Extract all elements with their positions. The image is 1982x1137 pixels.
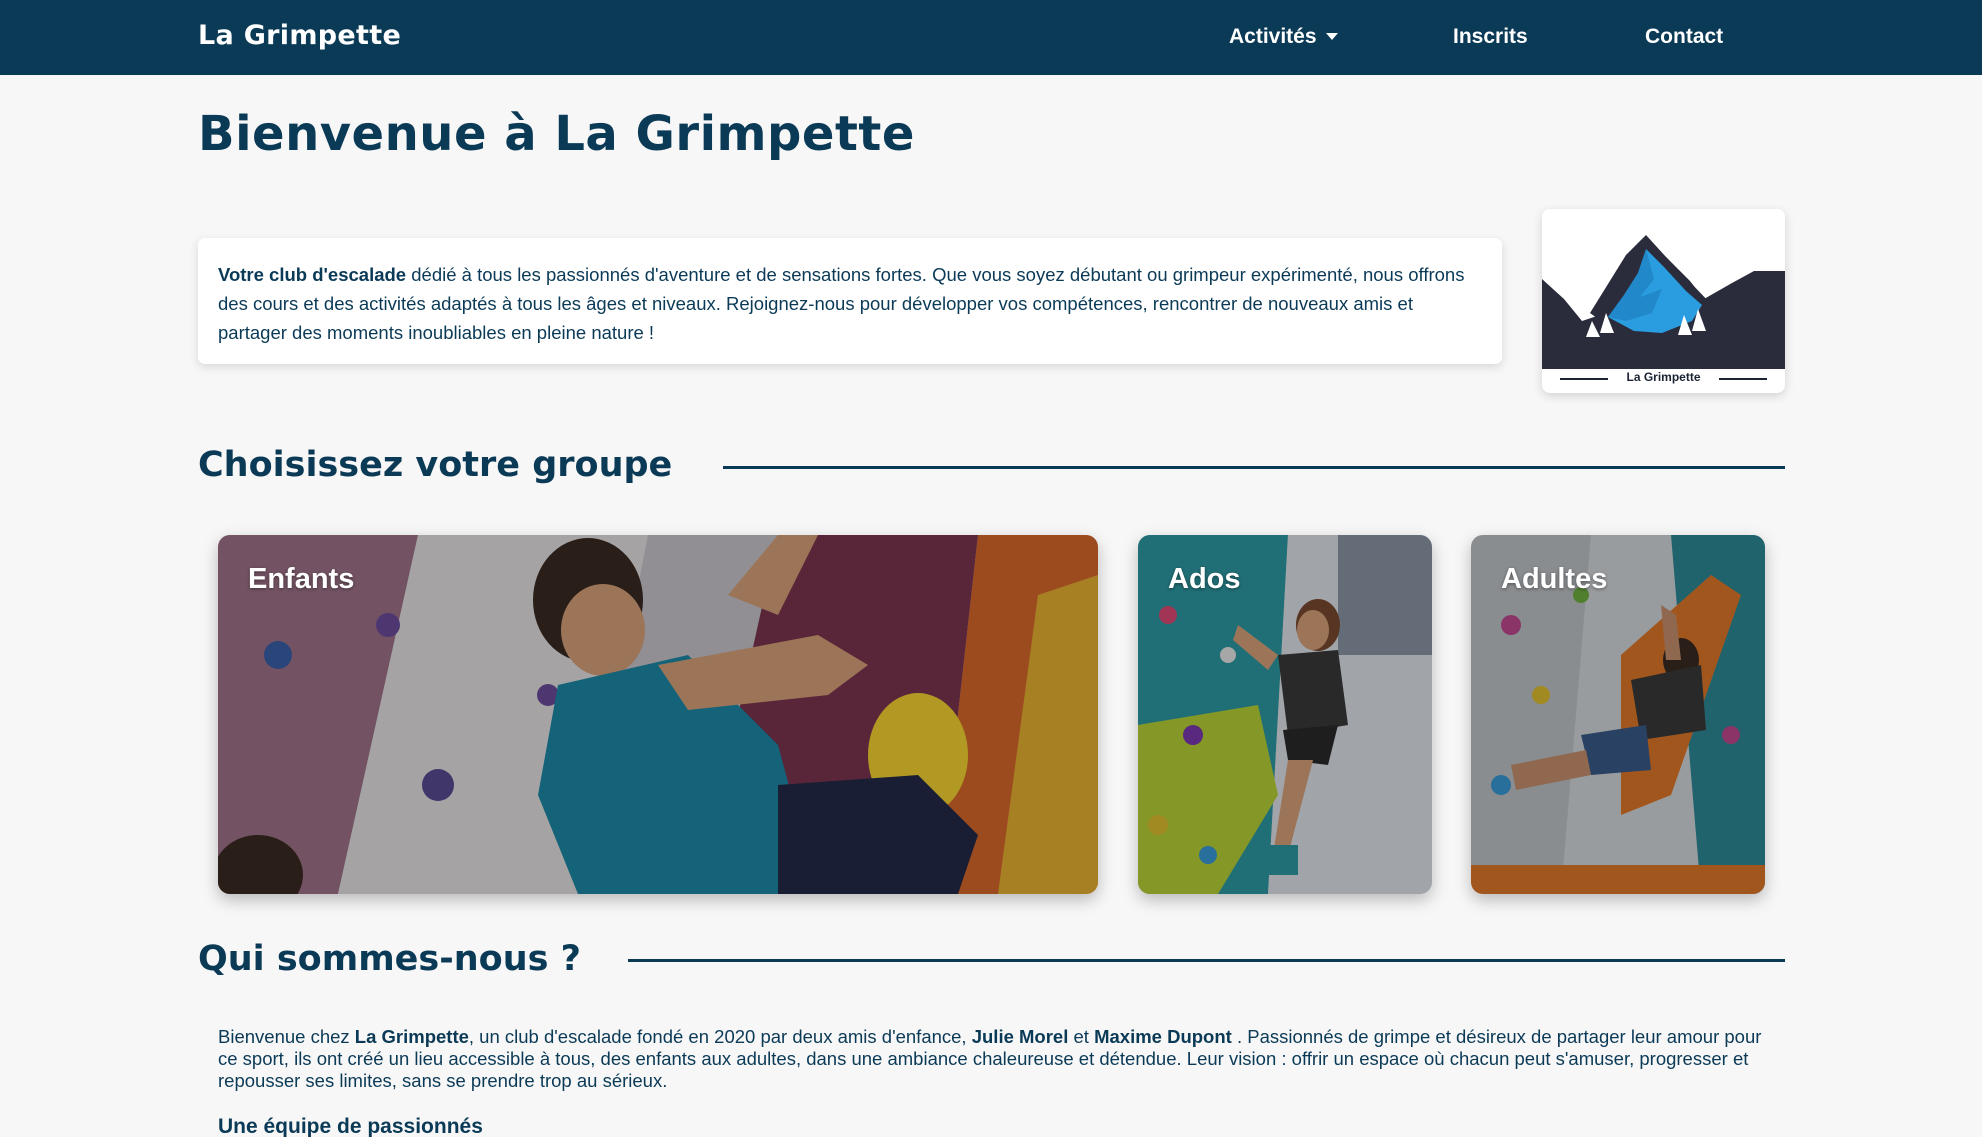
group-card-adultes[interactable]: Adultes xyxy=(1471,535,1765,894)
groups-section-rule xyxy=(723,466,1785,469)
founder-2: Maxime Dupont xyxy=(1094,1026,1232,1047)
about-paragraph: Bienvenue chez La Grimpette, un club d'e… xyxy=(218,1026,1768,1092)
group-label-ados: Ados xyxy=(1168,563,1241,595)
logo-card: La Grimpette xyxy=(1542,209,1785,393)
group-label-enfants: Enfants xyxy=(248,563,355,595)
group-card-ados[interactable]: Ados xyxy=(1138,535,1432,894)
founder-1: Julie Morel xyxy=(971,1026,1069,1047)
nav-activites-label: Activités xyxy=(1229,25,1317,48)
intro-card: Votre club d'escalade dédié à tous les p… xyxy=(198,238,1502,364)
intro-strong: Votre club d'escalade xyxy=(218,264,407,285)
logo-line-right xyxy=(1719,378,1767,380)
logo-caption: La Grimpette xyxy=(1626,370,1701,384)
nav-activites-dropdown[interactable]: Activités xyxy=(1229,25,1338,49)
about-section-title: Qui sommes-nous ? xyxy=(198,939,581,979)
caret-down-icon xyxy=(1325,33,1338,40)
about-section-rule xyxy=(628,959,1785,962)
navbar: La Grimpette Activités Inscrits Contact xyxy=(0,0,1982,75)
intro-text: Votre club d'escalade dédié à tous les p… xyxy=(218,260,1481,347)
about-club-name: La Grimpette xyxy=(354,1026,469,1047)
about-text-1: Bienvenue chez xyxy=(218,1026,355,1047)
brand-link[interactable]: La Grimpette xyxy=(198,20,401,51)
group-label-adultes: Adultes xyxy=(1501,563,1608,595)
about-text-2: , un club d'escalade fondé en 2020 par d… xyxy=(468,1026,972,1047)
mountain-logo xyxy=(1542,209,1785,369)
team-subheading: Une équipe de passionnés xyxy=(218,1115,483,1137)
nav-inscrits-link[interactable]: Inscrits xyxy=(1453,25,1528,49)
nav-contact-link[interactable]: Contact xyxy=(1645,25,1723,49)
group-card-enfants[interactable]: Enfants xyxy=(218,535,1098,894)
page-title: Bienvenue à La Grimpette xyxy=(198,106,915,162)
about-text-3: et xyxy=(1068,1026,1095,1047)
groups-section-title: Choisissez votre groupe xyxy=(198,445,673,485)
